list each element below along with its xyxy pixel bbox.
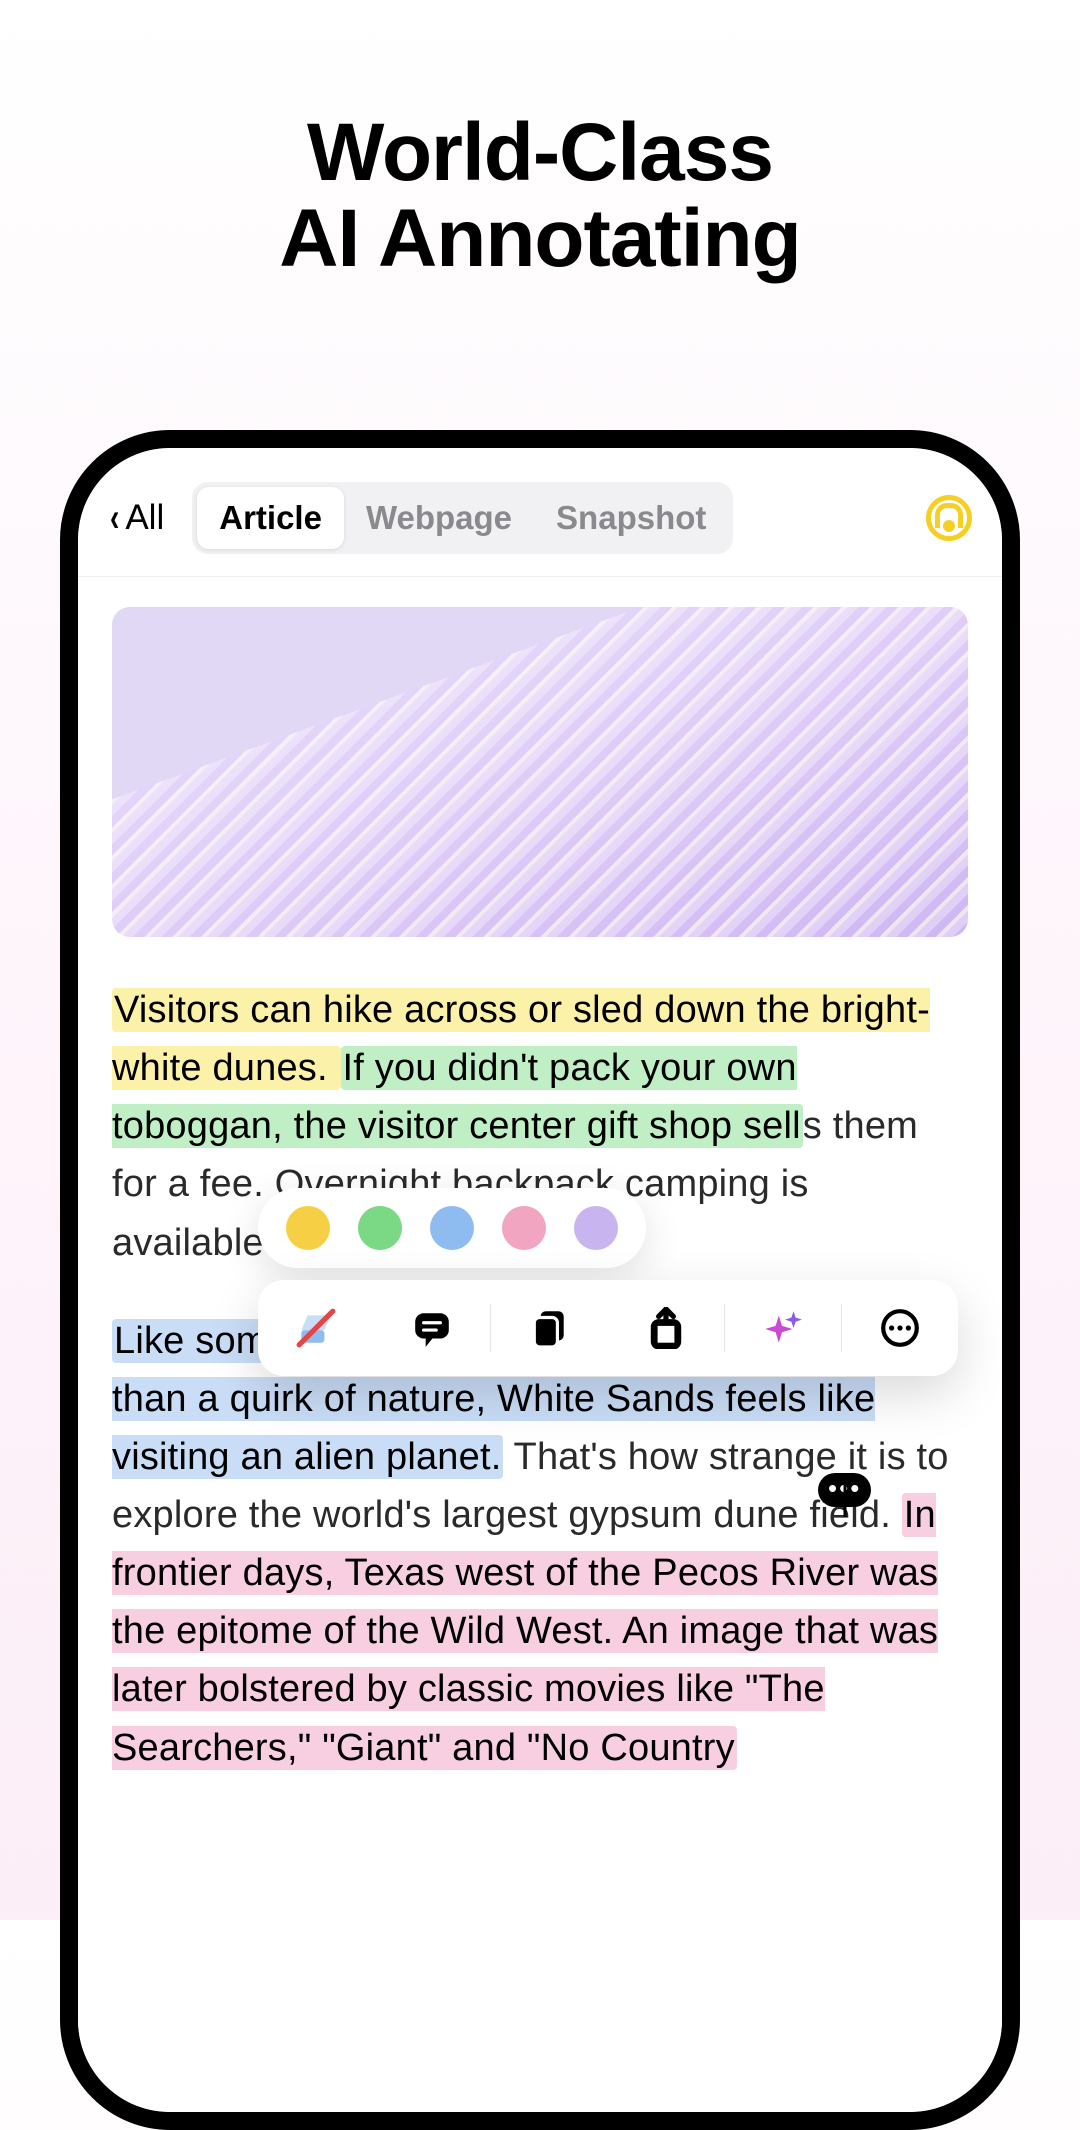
more-icon	[879, 1307, 921, 1349]
ai-sparkle-button[interactable]	[725, 1302, 841, 1354]
view-segmented-control: Article Webpage Snapshot	[192, 482, 733, 554]
back-label: All	[125, 498, 164, 538]
copy-button[interactable]	[491, 1302, 607, 1354]
remove-highlight-button[interactable]	[258, 1302, 374, 1354]
article-hero-image	[112, 607, 968, 937]
tab-webpage[interactable]: Webpage	[344, 487, 534, 549]
share-button[interactable]	[608, 1302, 724, 1354]
remove-highlight-icon	[295, 1307, 337, 1349]
copy-icon	[528, 1307, 570, 1349]
color-swatch-green[interactable]	[358, 1206, 402, 1250]
tab-snapshot[interactable]: Snapshot	[534, 487, 728, 549]
sparkle-icon	[762, 1307, 804, 1349]
comment-icon	[411, 1307, 453, 1349]
marketing-headline: World-Class AI Annotating	[0, 0, 1080, 282]
color-swatch-purple[interactable]	[574, 1206, 618, 1250]
comment-button[interactable]	[374, 1302, 490, 1354]
highlighter-icon[interactable]	[926, 495, 972, 541]
color-swatch-yellow[interactable]	[286, 1206, 330, 1250]
headline-line-2: AI Annotating	[0, 196, 1080, 282]
color-swatch-blue[interactable]	[430, 1206, 474, 1250]
text-selection-handle[interactable]: •••	[818, 1473, 871, 1507]
share-icon	[645, 1307, 687, 1349]
more-button[interactable]	[842, 1302, 958, 1354]
top-bar: ‹ All Article Webpage Snapshot	[78, 448, 1002, 577]
tab-article[interactable]: Article	[197, 487, 344, 549]
headline-line-1: World-Class	[0, 110, 1080, 196]
phone-frame: ‹ All Article Webpage Snapshot Visitors …	[60, 430, 1020, 2130]
chevron-left-icon: ‹	[110, 496, 119, 541]
back-button[interactable]: ‹ All	[108, 496, 164, 541]
color-swatch-pink[interactable]	[502, 1206, 546, 1250]
article-body[interactable]: Visitors can hike across or sled down th…	[112, 981, 968, 1777]
phone-screen: ‹ All Article Webpage Snapshot Visitors …	[78, 448, 1002, 2112]
selection-action-bar	[258, 1280, 958, 1376]
highlight-color-picker	[258, 1188, 646, 1268]
